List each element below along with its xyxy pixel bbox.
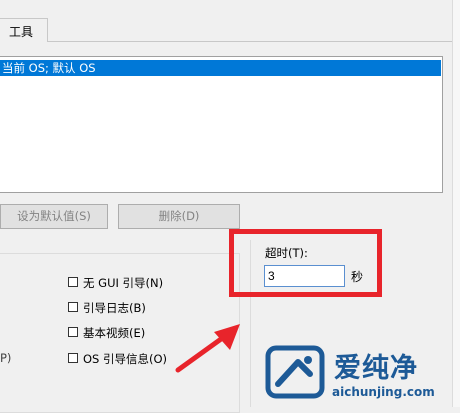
tab-divider xyxy=(48,41,460,42)
os-list-item-selected[interactable]: 当前 OS; 默认 OS xyxy=(0,60,441,76)
watermark-logo-icon xyxy=(265,345,325,399)
base-video-label[interactable]: 基本视频(E) xyxy=(83,325,145,341)
highlight-box xyxy=(229,229,382,297)
watermark-title: 爱纯净 xyxy=(334,353,418,384)
option-hotkey-fragment[interactable]: P) xyxy=(0,351,11,365)
tab-tools-label[interactable]: 工具 xyxy=(9,23,33,40)
os-list[interactable] xyxy=(0,56,443,193)
boot-log-checkbox[interactable] xyxy=(68,302,78,312)
no-gui-boot-label[interactable]: 无 GUI 引导(N) xyxy=(83,275,163,291)
base-video-checkbox[interactable] xyxy=(68,327,78,337)
os-boot-info-checkbox[interactable] xyxy=(68,353,78,363)
os-boot-info-label[interactable]: OS 引导信息(O) xyxy=(83,351,167,367)
delete-button[interactable]: 删除(D) xyxy=(118,204,240,229)
boot-log-label[interactable]: 引导日志(B) xyxy=(83,300,146,316)
tab-strip xyxy=(0,0,460,42)
no-gui-boot-checkbox[interactable] xyxy=(68,277,78,287)
watermark-url: aichunjing.com xyxy=(332,385,435,399)
set-default-button[interactable]: 设为默认值(S) xyxy=(0,204,108,229)
arrow-icon xyxy=(175,324,240,373)
adjacent-panel-edge xyxy=(452,0,460,407)
